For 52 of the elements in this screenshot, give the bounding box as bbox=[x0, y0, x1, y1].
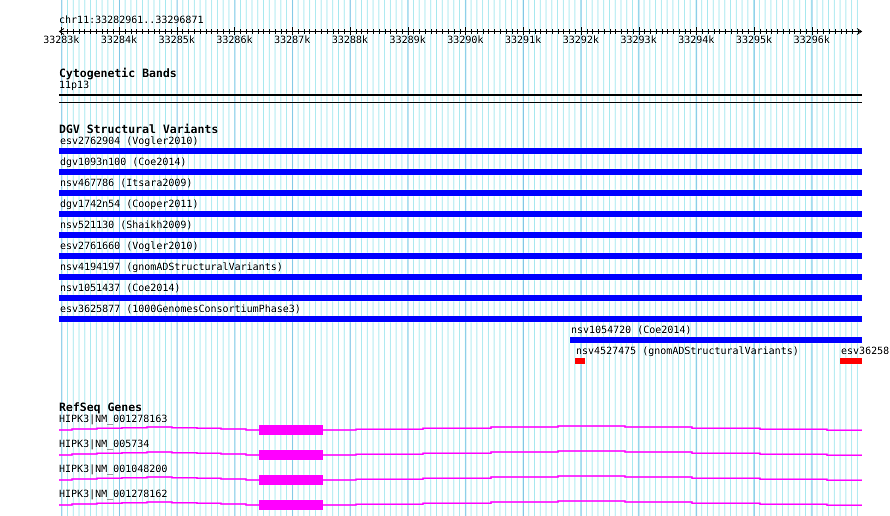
variant-bar[interactable] bbox=[840, 358, 862, 364]
scale-label: 33288k bbox=[332, 35, 368, 47]
variant-bar[interactable] bbox=[59, 190, 862, 196]
track-title: Cytogenetic Bands bbox=[59, 67, 177, 80]
variant-bar[interactable] bbox=[59, 211, 862, 217]
band-bar[interactable] bbox=[59, 94, 862, 103]
variant-label: esv36258 bbox=[841, 346, 890, 358]
variant-bar[interactable] bbox=[59, 148, 862, 154]
gene-model-drawing[interactable] bbox=[59, 425, 862, 435]
variant-bar[interactable] bbox=[59, 169, 862, 175]
scale-label: 33287k bbox=[274, 35, 310, 47]
gene-label: HIPK3|NM_001048200 bbox=[59, 464, 168, 476]
scale-label: 33286k bbox=[216, 35, 252, 47]
scale-label: 33284k bbox=[100, 35, 138, 47]
scale-label: 33283k bbox=[43, 35, 80, 47]
gene-label: HIPK3|NM_001278162 bbox=[59, 489, 168, 501]
variant-label: esv2762904 (Vogler2010) bbox=[60, 136, 198, 148]
variant-label: dgv1093n100 (Coe2014) bbox=[60, 157, 186, 169]
variant-bar[interactable] bbox=[59, 274, 862, 280]
variant-label: esv2761660 (Vogler2010) bbox=[60, 241, 198, 253]
variant-label: nsv521130 (Shaikh2009) bbox=[60, 220, 192, 232]
scale-label: 33285k bbox=[158, 35, 195, 47]
variant-label: nsv467786 (Itsara2009) bbox=[60, 178, 192, 190]
scale-label: 33294k bbox=[678, 35, 714, 47]
gene-model-drawing[interactable] bbox=[59, 500, 862, 510]
gene-label: HIPK3|NM_001278163 bbox=[59, 414, 168, 426]
band-label: 11p13 bbox=[59, 80, 90, 92]
variant-bar[interactable] bbox=[59, 232, 862, 238]
track-title: RefSeq Genes bbox=[59, 401, 142, 414]
track-title: DGV Structural Variants bbox=[59, 123, 218, 136]
variant-bar[interactable] bbox=[570, 337, 862, 343]
gene-model-drawing[interactable] bbox=[59, 450, 862, 460]
scale-label: 33289k bbox=[390, 35, 426, 47]
locus-label: chr11:33282961..33296871 bbox=[59, 15, 204, 27]
variant-bar[interactable] bbox=[575, 358, 585, 364]
scale-label: 33291k bbox=[505, 35, 542, 47]
scale-label: 33296k bbox=[794, 35, 830, 47]
scale-label: 33295k bbox=[736, 35, 772, 47]
gene-label: HIPK3|NM_005734 bbox=[59, 439, 150, 451]
variant-bar[interactable] bbox=[59, 253, 862, 259]
variant-label: nsv4194197 (gnomADStructuralVariants) bbox=[60, 262, 283, 274]
gene-model-drawing[interactable] bbox=[59, 475, 862, 485]
variant-bar[interactable] bbox=[59, 295, 862, 301]
variant-label: nsv1054720 (Coe2014) bbox=[571, 325, 692, 337]
variant-label: dgv1742n54 (Cooper2011) bbox=[60, 199, 198, 211]
variant-label: esv3625877 (1000GenomesConsortiumPhase3) bbox=[60, 304, 301, 316]
scale-label: 33292k bbox=[562, 35, 599, 47]
scale-label: 33293k bbox=[620, 35, 657, 47]
variant-bar[interactable] bbox=[59, 316, 862, 322]
variant-label: nsv1051437 (Coe2014) bbox=[60, 283, 180, 295]
scale-label: 33290k bbox=[447, 35, 484, 47]
variant-label: nsv4527475 (gnomADStructuralVariants) bbox=[576, 346, 799, 358]
